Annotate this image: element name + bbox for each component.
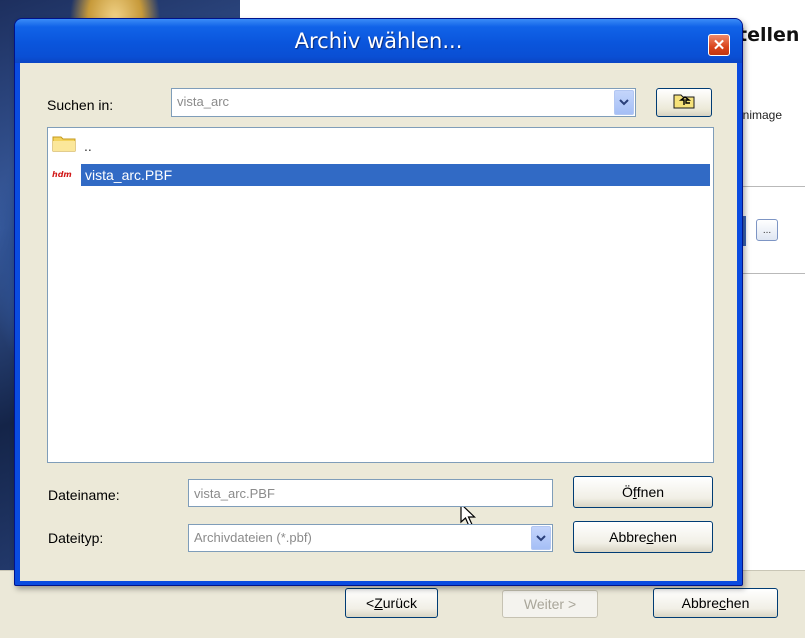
close-button[interactable]: ✕	[708, 34, 730, 56]
pbf-file-icon: hdm	[52, 170, 72, 179]
folder-icon	[52, 134, 76, 157]
cancel-button[interactable]: Abbre c hen	[573, 521, 713, 553]
filetype-value: Archivdateien (*.pbf)	[194, 530, 312, 545]
cancel-button-prefix: Abbre	[609, 529, 647, 545]
dialog-title-bar[interactable]: Archiv wählen... ✕	[15, 19, 742, 63]
wizard-title-fragment: tellen	[738, 24, 800, 46]
folder-up-icon	[673, 92, 695, 114]
dialog-title: Archiv wählen...	[294, 29, 463, 53]
filetype-label: Dateityp:	[48, 530, 104, 546]
close-icon: ✕	[712, 36, 726, 54]
open-button-rest: fnen	[636, 484, 665, 500]
back-button-rest: urück	[382, 595, 417, 611]
up-one-level-button[interactable]	[656, 88, 712, 117]
open-archive-dialog: Archiv wählen... ✕ Suchen in: vista_arc	[14, 18, 743, 586]
chevron-down-icon[interactable]	[614, 90, 634, 115]
back-button[interactable]: < Zurück	[345, 588, 438, 618]
wizard-cancel-mnemonic: c	[719, 595, 726, 611]
look-in-label: Suchen in:	[47, 97, 114, 113]
list-item-label: ..	[84, 137, 92, 154]
dialog-body: Suchen in: vista_arc .. hdm vista_arc.PB…	[20, 63, 737, 581]
filename-label: Dateiname:	[48, 487, 120, 503]
wizard-cancel-prefix: Abbre	[681, 595, 719, 611]
file-list[interactable]: .. hdm vista_arc.PBF	[47, 127, 714, 527]
cancel-button-rest: hen	[653, 529, 677, 545]
list-item-label: vista_arc.PBF	[81, 163, 710, 186]
chevron-down-icon[interactable]	[531, 526, 551, 550]
filetype-dropdown[interactable]: Archivdateien (*.pbf)	[188, 524, 553, 552]
look-in-dropdown[interactable]: vista_arc	[171, 88, 636, 117]
wizard-cancel-button[interactable]: Abbre c hen	[653, 588, 778, 618]
list-item[interactable]: hdm vista_arc.PBF	[52, 162, 710, 187]
open-button[interactable]: Öf fnen	[573, 476, 713, 508]
look-in-value: vista_arc	[177, 94, 230, 109]
back-button-prefix: <	[366, 595, 375, 611]
next-button[interactable]: Weiter >	[502, 590, 598, 618]
wizard-cancel-rest: hen	[726, 595, 750, 611]
open-button-prefix: Ö	[621, 484, 633, 500]
back-button-mnemonic: Z	[374, 595, 383, 611]
wizard-browse-button[interactable]: ...	[756, 219, 778, 241]
cancel-button-mnemonic: c	[646, 529, 654, 545]
list-item[interactable]: ..	[52, 133, 92, 158]
filename-input[interactable]	[188, 479, 553, 507]
